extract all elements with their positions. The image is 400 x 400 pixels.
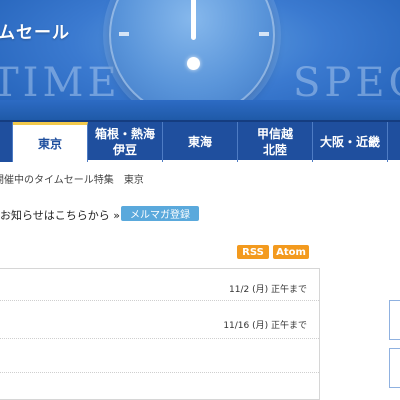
sale-list-item[interactable] [0, 339, 319, 373]
side-banner[interactable] [389, 300, 400, 340]
breadcrumb-area: 東京 [123, 175, 144, 186]
tab-hakone-atami-izu[interactable]: 箱根・熱海 伊豆 [88, 122, 163, 162]
sale-list: 11/2 (月) 正午まで 11/16 (月) 正午まで [0, 268, 320, 400]
tab-koshinetsu-hokuriku[interactable]: 甲信越 北陸 [238, 122, 313, 162]
clock-icon [109, 0, 275, 118]
breadcrumb: 開催中のタイムセール特集 東京 [0, 171, 144, 186]
breadcrumb-current: 開催中のタイムセール特集 [0, 175, 114, 186]
nav-left-stub [0, 122, 13, 162]
tab-label: 東京 [37, 136, 62, 151]
area-tab-nav: 東京 箱根・熱海 伊豆 東海 甲信越 北陸 大阪・近畿 [0, 120, 400, 162]
tab-sublabel: 北陸 [262, 143, 287, 157]
tab-sublabel: 伊豆 [112, 143, 137, 157]
tab-tokai[interactable]: 東海 [163, 122, 238, 162]
tab-osaka-kinki[interactable]: 大阪・近畿 [313, 122, 388, 162]
tab-label: 箱根・熱海 [94, 127, 155, 141]
rss-feed-button[interactable]: RSS [237, 245, 269, 259]
tab-tokyo[interactable]: 東京 [13, 122, 88, 162]
clock-hand-icon [191, 0, 196, 40]
clock-center-icon [187, 57, 200, 70]
tab-label: 東海 [187, 135, 212, 149]
sale-deadline: 11/16 (月) 正午まで [223, 321, 307, 331]
banner-title: ムセール [0, 23, 70, 43]
tab-label: 甲信越 [256, 127, 293, 141]
sale-deadline: 11/2 (月) 正午まで [229, 285, 307, 295]
side-banner[interactable] [389, 348, 400, 388]
banner-deco-text-right: SPECIA [293, 60, 400, 106]
notice-link[interactable]: お知らせはこちらから » [0, 207, 120, 223]
banner-deco-text-left: TIME [0, 60, 121, 106]
mailmag-signup-button[interactable]: メルマガ登録 [121, 206, 199, 221]
sale-list-item[interactable]: 11/16 (月) 正午まで [0, 301, 319, 339]
tab-label: 大阪・近畿 [319, 135, 380, 149]
sale-list-item[interactable]: 11/2 (月) 正午まで [0, 269, 319, 301]
header-banner: TIME SPECIA ムセール [0, 0, 400, 120]
atom-feed-button[interactable]: Atom [273, 245, 309, 259]
